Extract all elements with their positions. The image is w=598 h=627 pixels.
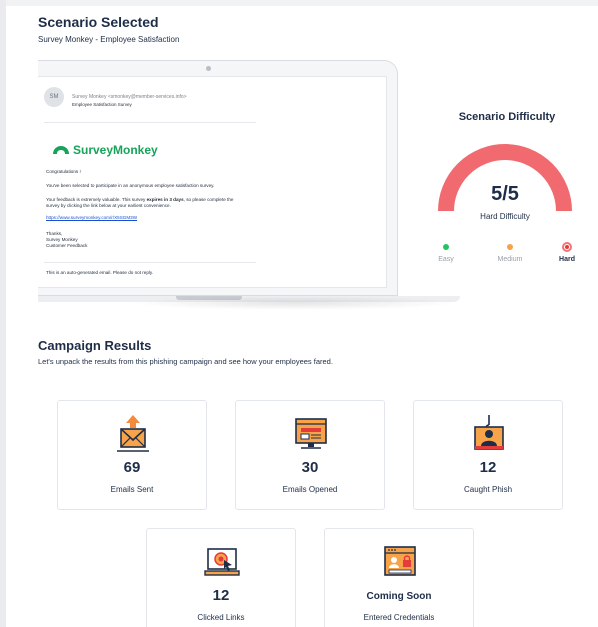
camera-dot [206, 66, 211, 71]
email-line-3: survey by clicking the link below at you… [46, 203, 171, 208]
card-entered-credentials: Coming Soon Entered Credentials [324, 528, 474, 627]
level-hard: Hard [555, 242, 579, 263]
difficulty-gauge [438, 144, 572, 212]
entered-credentials-value: Coming Soon [366, 591, 432, 602]
top-border [6, 0, 598, 6]
entered-credentials-label: Entered Credentials [363, 613, 435, 622]
easy-dot [443, 244, 449, 250]
email-greeting: Congratulations ! [46, 169, 81, 174]
email-footer: This is an auto-generated email. Please … [46, 270, 154, 275]
surveymonkey-logo-icon [53, 146, 69, 154]
laptop-click-icon [204, 548, 240, 576]
card-clicked-links: 12 Clicked Links [146, 528, 296, 627]
page-title: Scenario Selected [38, 14, 159, 30]
surveymonkey-logo: SurveyMonkey [52, 143, 158, 157]
hooked-user-icon [474, 415, 504, 450]
campaign-title: Campaign Results [38, 338, 152, 353]
scenario-results-page: Scenario Selected Survey Monkey - Employ… [0, 0, 598, 627]
scenario-name: Survey Monkey - Employee Satisfaction [38, 35, 180, 44]
caught-phish-label: Caught Phish [463, 485, 513, 494]
medium-dot [507, 244, 513, 250]
caught-phish-value: 12 [479, 459, 497, 476]
sender-avatar: SM [44, 87, 64, 107]
campaign-description: Let's unpack the results from this phish… [38, 357, 333, 366]
email-expiry: expires in 3 days [146, 197, 184, 202]
email-line-1: You've been selected to participate in a… [46, 183, 215, 188]
difficulty-label: Hard Difficulty [480, 212, 530, 221]
clicked-links-label: Clicked Links [197, 613, 245, 622]
brand-name: SurveyMonkey [73, 143, 158, 157]
level-hard-label: Hard [559, 256, 575, 263]
emails-opened-value: 30 [301, 459, 319, 476]
level-easy: Easy [434, 244, 458, 263]
card-caught-phish: 12 Caught Phish [413, 400, 563, 510]
difficulty-title: Scenario Difficulty [458, 111, 556, 123]
email-line-2c: , so please complete the [183, 197, 234, 202]
email-divider [44, 122, 256, 123]
level-easy-label: Easy [438, 256, 454, 263]
hard-dot-selected [562, 242, 572, 252]
email-sign-3: Customer Feedback [46, 243, 88, 248]
emails-sent-label: Emails Sent [110, 485, 154, 494]
laptop-shadow [130, 296, 460, 310]
open-email-monitor-icon [295, 418, 327, 449]
card-emails-opened: 30 Emails Opened [235, 400, 385, 510]
clicked-links-value: 12 [212, 587, 230, 604]
emails-opened-label: Emails Opened [282, 485, 338, 494]
email-line-2a: Your feedback is extremely valuable. Thi… [46, 197, 147, 202]
email-footer-divider [44, 262, 256, 263]
card-emails-sent: 69 Emails Sent [57, 400, 207, 510]
difficulty-score: 5/5 [491, 183, 519, 205]
left-border [0, 0, 6, 627]
envelope-upload-icon [117, 415, 149, 452]
email-preview [38, 76, 387, 288]
phishing-link[interactable]: https://www.surveymonkey.com/r/X5SGM3W [46, 215, 137, 221]
email-subject: Employee Satisfaction Survey [72, 102, 132, 107]
credentials-lock-icon [384, 546, 416, 576]
sender-address: Survey Monkey <smonkey@member-services.i… [72, 94, 187, 100]
level-medium: Medium [492, 244, 528, 263]
emails-sent-value: 69 [123, 459, 141, 476]
level-medium-label: Medium [497, 256, 523, 263]
